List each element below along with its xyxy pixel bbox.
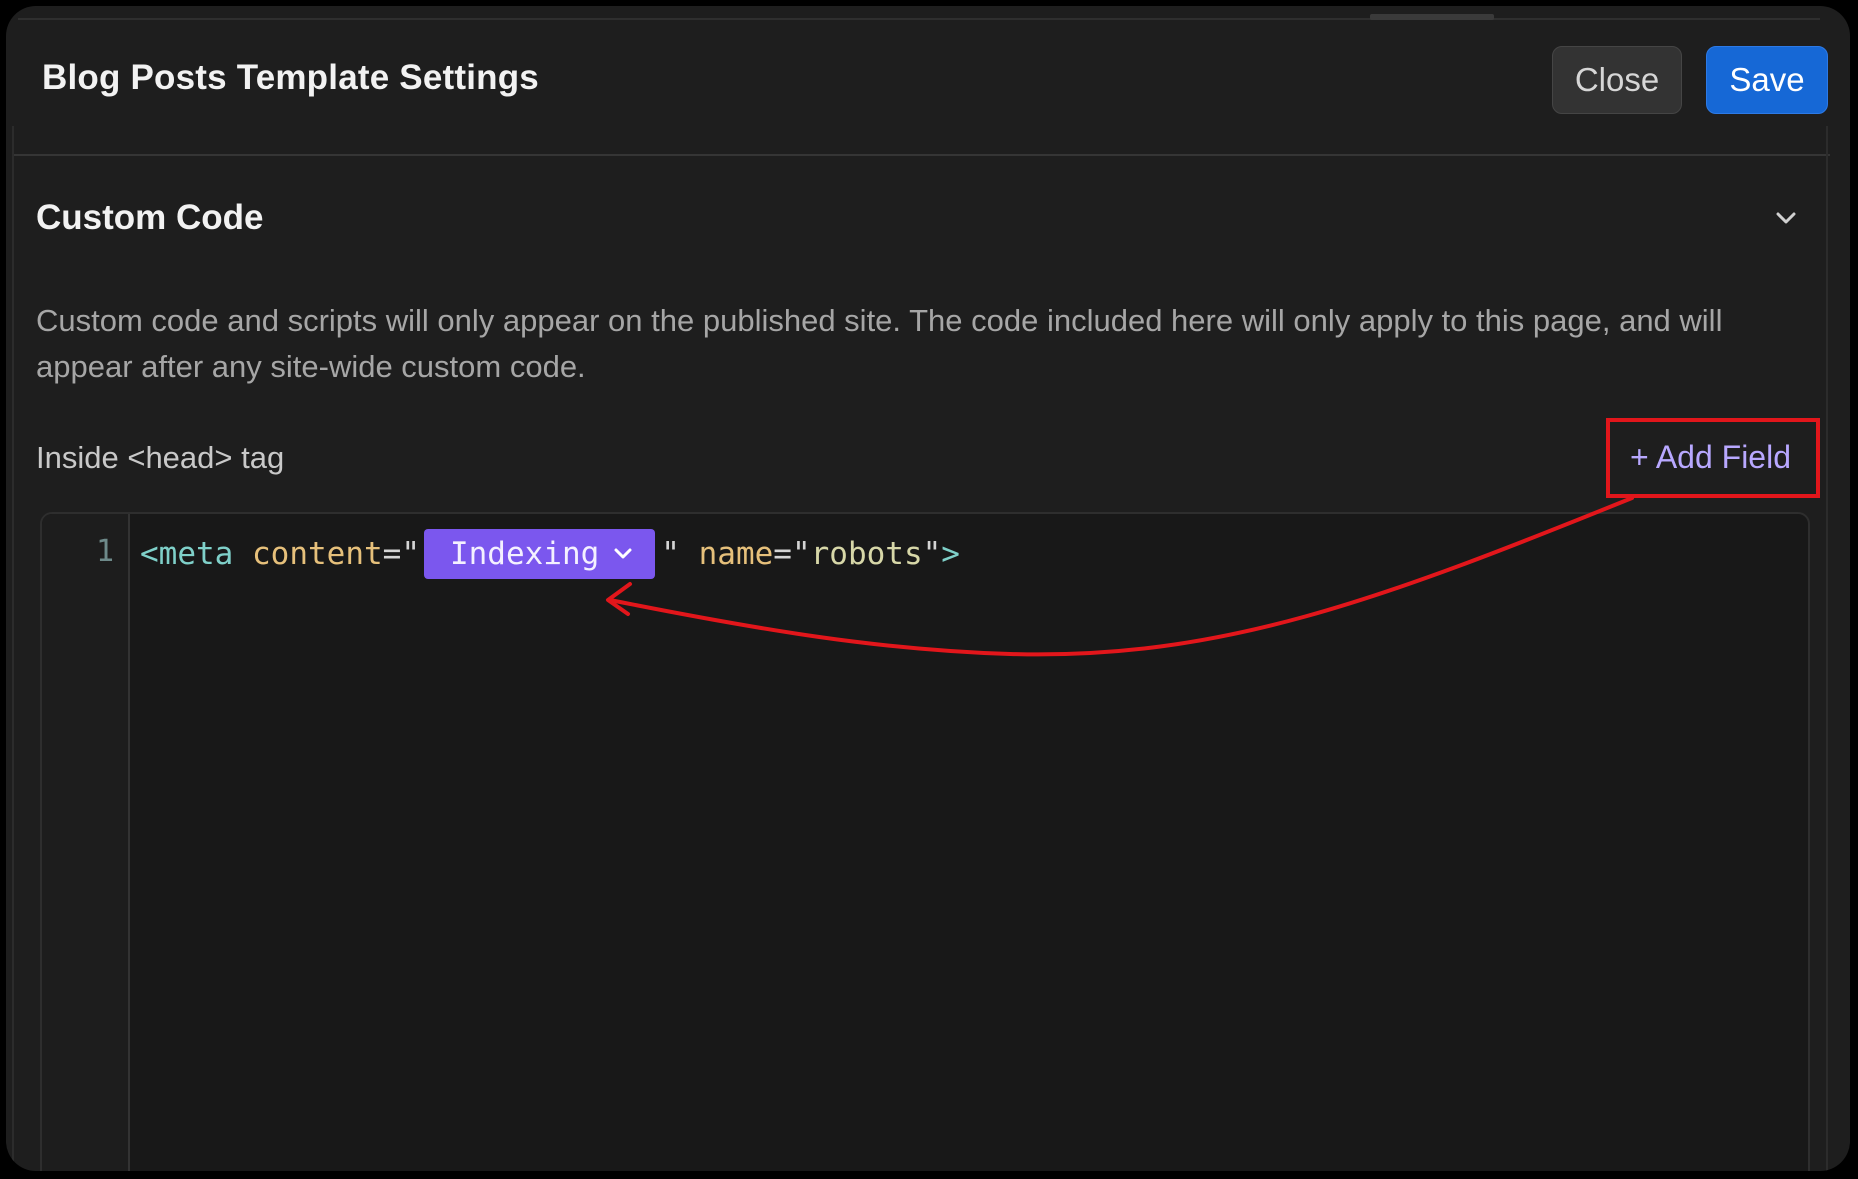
code-editor[interactable]: 1 <meta content =" Indexing " name =" robots "… (40, 512, 1810, 1171)
code-tag-open: <meta (140, 536, 234, 572)
panel-right-border (1826, 126, 1828, 1171)
add-field-button[interactable]: + Add Field (1630, 439, 1791, 476)
section-description: Custom code and scripts will only appear… (36, 303, 1723, 384)
dialog-title: Blog Posts Template Settings (42, 58, 539, 97)
code-equals-quote: =" (382, 536, 420, 572)
save-button[interactable]: Save (1706, 46, 1828, 114)
panel-left-border (12, 126, 14, 1171)
code-value-robots: robots (810, 536, 923, 572)
line-number: 1 (95, 534, 114, 569)
code-attr-name: name (698, 536, 774, 572)
code-equals-quote: =" (773, 536, 811, 572)
code-tag-close: > (941, 536, 960, 572)
editor-gutter: 1 (42, 514, 130, 1171)
code-quote-close: " (661, 536, 680, 572)
cms-field-pill[interactable]: Indexing (423, 529, 656, 579)
chevron-down-icon[interactable] (1772, 206, 1800, 230)
chevron-down-icon[interactable] (613, 547, 633, 561)
settings-dialog: Blog Posts Template Settings Close Save … (6, 6, 1850, 1171)
head-tag-label: Inside <head> tag (36, 440, 285, 475)
section-title: Custom Code (36, 198, 264, 237)
close-button[interactable]: Close (1552, 46, 1682, 114)
dialog-header: Blog Posts Template Settings Close Save (6, 20, 1850, 160)
header-divider (14, 154, 1830, 156)
code-quote-close: " (922, 536, 942, 572)
screenshot-frame: Blog Posts Template Settings Close Save … (0, 0, 1858, 1179)
code-attr-content: content (252, 536, 383, 572)
code-line[interactable]: <meta content =" Indexing " name =" robots " > (140, 528, 960, 580)
cms-field-pill-label: Indexing (449, 536, 600, 572)
